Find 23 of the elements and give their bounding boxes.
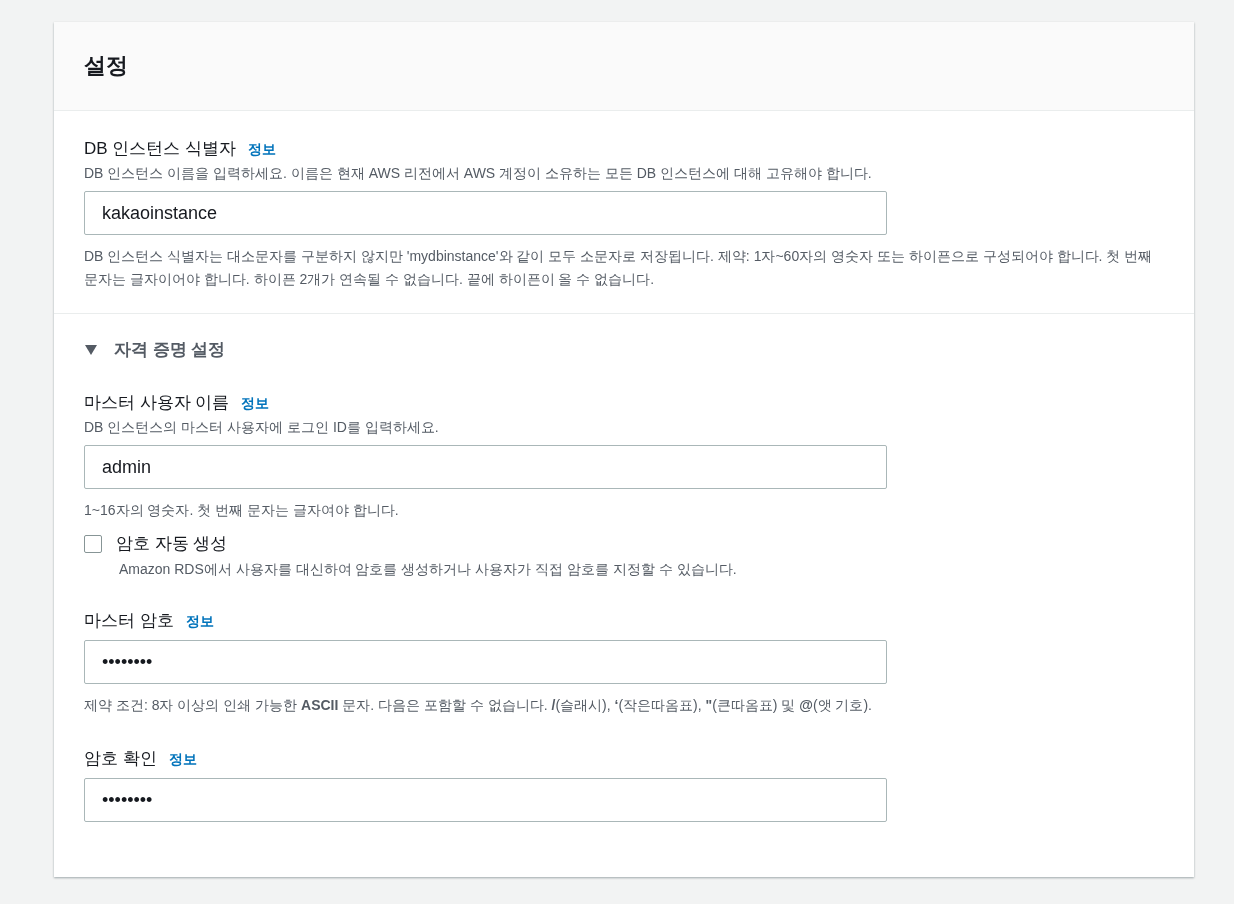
checkbox-label: 암호 자동 생성 xyxy=(116,533,228,555)
text-input[interactable]: admin xyxy=(84,445,887,489)
constraint-text: 1~16자의 영숫자. 첫 번째 문자는 글자여야 합니다. xyxy=(84,501,400,520)
constraint-text: 제약 조건: 8자 이상의 인쇄 가능한 ASCII 문자. 다음은 포함할 수 없습니다. /(슬래시), ‘(작은따옴표), "(큰따옴표) 및 @(앳 기호). xyxy=(84,696,873,715)
field-label: 마스터 사용자 이름 xyxy=(84,392,230,414)
field-description: DB 인스턴스 이름을 입력하세요. 이름은 현재 AWS 리전에서 AWS 계정이 소유하는 모든 DB 인스턴스에 대해 고유해야 합니다. xyxy=(84,165,873,183)
info-link[interactable]: 정보 xyxy=(241,395,270,413)
info-link[interactable]: 정보 xyxy=(185,613,214,631)
section-toggle[interactable]: 자격 증명 설정 xyxy=(84,338,1164,361)
checkbox-description: Amazon RDS에서 사용자를 대신하여 암호를 생성하거나 사용자가 직접 암호를 지정할 수 있습니다. xyxy=(119,561,738,579)
info-link[interactable]: 정보 xyxy=(248,141,277,159)
panel-title: 설정 xyxy=(84,52,128,80)
text-input[interactable]: •••••••• xyxy=(84,640,887,684)
text-input[interactable]: •••••••• xyxy=(84,778,887,822)
field-label: DB 인스턴스 식별자 xyxy=(84,138,237,160)
field-description: DB 인스턴스의 마스터 사용자에 로그인 ID를 입력하세요. xyxy=(84,419,440,437)
triangle-icon xyxy=(84,343,98,356)
field-label: 마스터 암호 xyxy=(84,610,174,632)
info-link[interactable]: 정보 xyxy=(168,751,197,769)
constraint-text: DB 인스턴스 식별자는 대소문자를 구분하지 않지만 'mydbinstance'와 같이 모두 소문자로 저장됩니다. 제약: 1자~60자의 영숫자 또는 하이픈으로 구성되어야 합니다. 첫 번째 문자는 글자이어야 합니다. 하이픈 2개가 연속될 수 없습니다. 끝에 하이픈이 올 수 없습니다. xyxy=(84,247,1154,289)
checkbox[interactable] xyxy=(84,534,102,553)
field-label: 암호 확인 xyxy=(84,748,157,770)
text-input[interactable]: kakaoinstance xyxy=(84,191,887,235)
